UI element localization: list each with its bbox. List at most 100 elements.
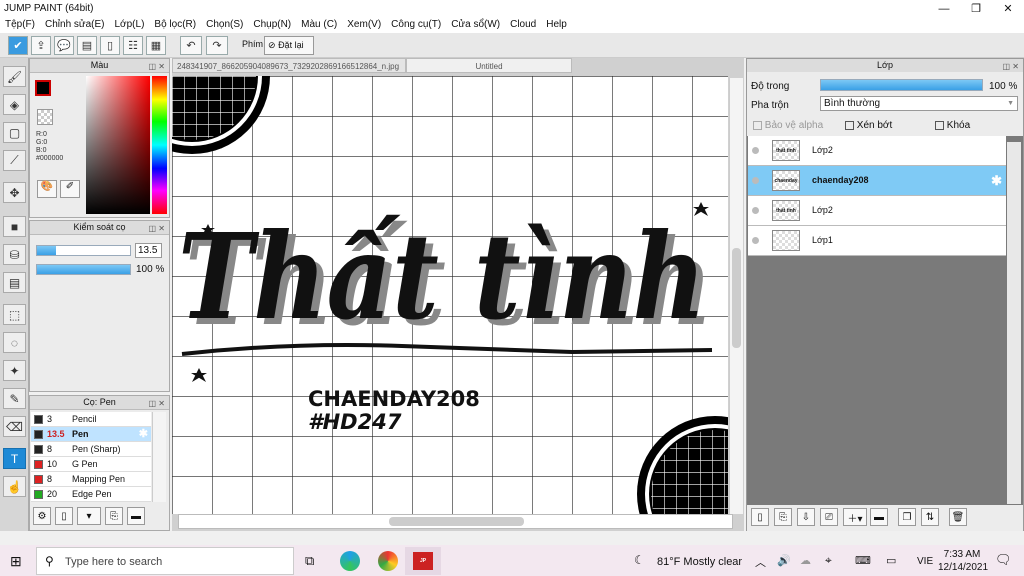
- menu-capture[interactable]: Chụp(N): [248, 17, 296, 33]
- undo-icon[interactable]: ↶: [180, 36, 202, 55]
- maximize-button[interactable]: ❐: [960, 0, 992, 17]
- gradient-tool-icon[interactable]: ▤: [3, 272, 26, 293]
- layer-row[interactable]: thất tình Lớp2: [748, 196, 1006, 226]
- brush-list-scrollbar[interactable]: [152, 412, 166, 502]
- table-icon[interactable]: ▦: [146, 36, 166, 55]
- speech-bubble-icon[interactable]: 💬: [54, 36, 74, 55]
- primary-color-swatch[interactable]: [35, 80, 51, 96]
- taskbar-search[interactable]: ⚲ Type here to search: [36, 547, 294, 575]
- display-icon[interactable]: ▭: [886, 554, 896, 567]
- text-tool-icon[interactable]: T: [3, 448, 26, 469]
- menu-cloud[interactable]: Cloud: [505, 17, 541, 33]
- check-icon[interactable]: ✔: [8, 36, 28, 55]
- brush-menu-icon[interactable]: ▾: [77, 507, 101, 525]
- gear-icon[interactable]: ✱: [991, 173, 1002, 189]
- rectangle-tool-icon[interactable]: ▢: [3, 122, 26, 143]
- brush-item[interactable]: 8 Pen (Sharp): [31, 442, 151, 457]
- minimize-button[interactable]: —: [928, 0, 960, 17]
- keyboard-icon[interactable]: ⌨: [855, 554, 871, 567]
- merge-layer-icon[interactable]: ⇩: [797, 508, 815, 526]
- layer-row[interactable]: Lớp1: [748, 226, 1006, 256]
- gear-icon[interactable]: ✱: [139, 427, 148, 442]
- new-layer-icon[interactable]: ▯: [751, 508, 769, 526]
- layer-row[interactable]: chaenday chaenday208 ✱: [748, 166, 1006, 196]
- edge-icon[interactable]: [340, 551, 360, 571]
- tab-untitled[interactable]: Untitled: [406, 58, 572, 73]
- notification-icon[interactable]: 🗨: [995, 552, 1012, 568]
- trash-icon[interactable]: 🗑: [949, 508, 967, 526]
- visibility-icon[interactable]: [752, 177, 759, 184]
- brush-tool-icon[interactable]: 🖌: [3, 66, 26, 87]
- chevron-up-icon[interactable]: ︿: [755, 554, 766, 570]
- task-view-icon[interactable]: ⧉: [305, 553, 314, 569]
- visibility-icon[interactable]: [752, 147, 759, 154]
- new-brush-icon[interactable]: ▯: [55, 507, 73, 525]
- dock-icon[interactable]: ◫ ✕: [149, 60, 165, 73]
- fill-rect-tool-icon[interactable]: ■: [3, 216, 26, 237]
- canvas-horizontal-scrollbar[interactable]: [178, 514, 733, 529]
- brush-item[interactable]: 13.5 Pen ✱: [31, 427, 151, 442]
- eraser-tool-icon[interactable]: ◈: [3, 94, 26, 115]
- add-layer-menu-icon[interactable]: ＋▾: [843, 508, 867, 526]
- brush-settings-icon[interactable]: ⚙: [33, 507, 51, 525]
- clock[interactable]: 7:33 AM 12/14/2021: [938, 548, 988, 574]
- clip-checkbox[interactable]: Xén bớt: [845, 120, 892, 131]
- select-pen-icon[interactable]: ✎: [3, 388, 26, 409]
- layer-fx-icon[interactable]: ⎚: [820, 508, 838, 526]
- dock-icon[interactable]: ◫ ✕: [149, 397, 165, 410]
- folder-icon[interactable]: ▬: [127, 507, 145, 525]
- reset-button[interactable]: ⊘ Đặt lại: [264, 36, 314, 55]
- menu-view[interactable]: Xem(V): [342, 17, 386, 33]
- menu-filter[interactable]: Bộ lọc(R): [149, 17, 201, 33]
- document-icon[interactable]: ▯: [100, 36, 120, 55]
- canvas-vertical-scrollbar[interactable]: [729, 78, 743, 514]
- menu-help[interactable]: Help: [541, 17, 572, 33]
- brush-item[interactable]: 8 Mapping Pen: [31, 472, 151, 487]
- location-icon[interactable]: ⌖: [825, 553, 832, 568]
- chrome-icon[interactable]: [378, 551, 398, 571]
- jump-paint-taskbar-icon[interactable]: JP: [405, 547, 441, 575]
- comment-icon[interactable]: ▤: [77, 36, 97, 55]
- palette-icon[interactable]: 🎨: [37, 180, 57, 198]
- layer-row[interactable]: thất tình Lớp2: [748, 136, 1006, 166]
- protect-alpha-checkbox[interactable]: Bảo vệ alpha: [753, 120, 823, 131]
- layer-opacity-slider[interactable]: [820, 79, 983, 91]
- dock-icon[interactable]: ◫ ✕: [149, 222, 165, 235]
- move-tool-icon[interactable]: ✥: [3, 182, 26, 203]
- brush-copy-icon[interactable]: ⎘: [105, 507, 123, 525]
- close-button[interactable]: ✕: [992, 0, 1024, 17]
- hue-slider[interactable]: [152, 76, 167, 214]
- brush-item[interactable]: 10 G Pen: [31, 457, 151, 472]
- operation-tool-icon[interactable]: ☝: [3, 476, 26, 497]
- blend-mode-select[interactable]: Bình thường ▼: [820, 96, 1018, 111]
- copy-layer-icon[interactable]: ⎘: [774, 508, 792, 526]
- select-rect-icon[interactable]: ⬚: [3, 304, 26, 325]
- menu-color[interactable]: Màu (C): [296, 17, 342, 33]
- visibility-icon[interactable]: [752, 237, 759, 244]
- arrange-icon[interactable]: ⇅: [921, 508, 939, 526]
- brush-item[interactable]: 3 Pencil: [31, 412, 151, 427]
- brush-opacity-slider[interactable]: [36, 264, 131, 275]
- volume-icon[interactable]: 🔊: [777, 554, 791, 567]
- line-tool-icon[interactable]: ⟋: [3, 150, 26, 171]
- color-picker-icon[interactable]: ✐: [60, 180, 80, 198]
- menu-select[interactable]: Chọn(S): [201, 17, 248, 33]
- saturation-value-picker[interactable]: [86, 76, 150, 214]
- menu-window[interactable]: Cửa sổ(W): [446, 17, 505, 33]
- magic-wand-icon[interactable]: ✦: [3, 360, 26, 381]
- folder-icon[interactable]: ▬: [870, 508, 888, 526]
- windows-start-icon[interactable]: ⊞: [10, 553, 22, 570]
- menu-layer[interactable]: Lớp(L): [110, 17, 150, 33]
- language-indicator[interactable]: VIE: [917, 556, 933, 567]
- redo-icon[interactable]: ↷: [206, 36, 228, 55]
- duplicate-icon[interactable]: ❐: [898, 508, 916, 526]
- visibility-icon[interactable]: [752, 207, 759, 214]
- brush-size-slider[interactable]: [36, 245, 131, 256]
- brush-item[interactable]: 20 Edge Pen: [31, 487, 151, 502]
- select-eraser-icon[interactable]: ⌫: [3, 416, 26, 437]
- brush-size-input[interactable]: 13.5: [135, 243, 162, 258]
- cloud-icon[interactable]: ☁: [800, 554, 811, 567]
- layer-list-scrollbar[interactable]: [1007, 142, 1021, 504]
- grid-list-icon[interactable]: ☷: [123, 36, 143, 55]
- share-icon[interactable]: ⇪: [31, 36, 51, 55]
